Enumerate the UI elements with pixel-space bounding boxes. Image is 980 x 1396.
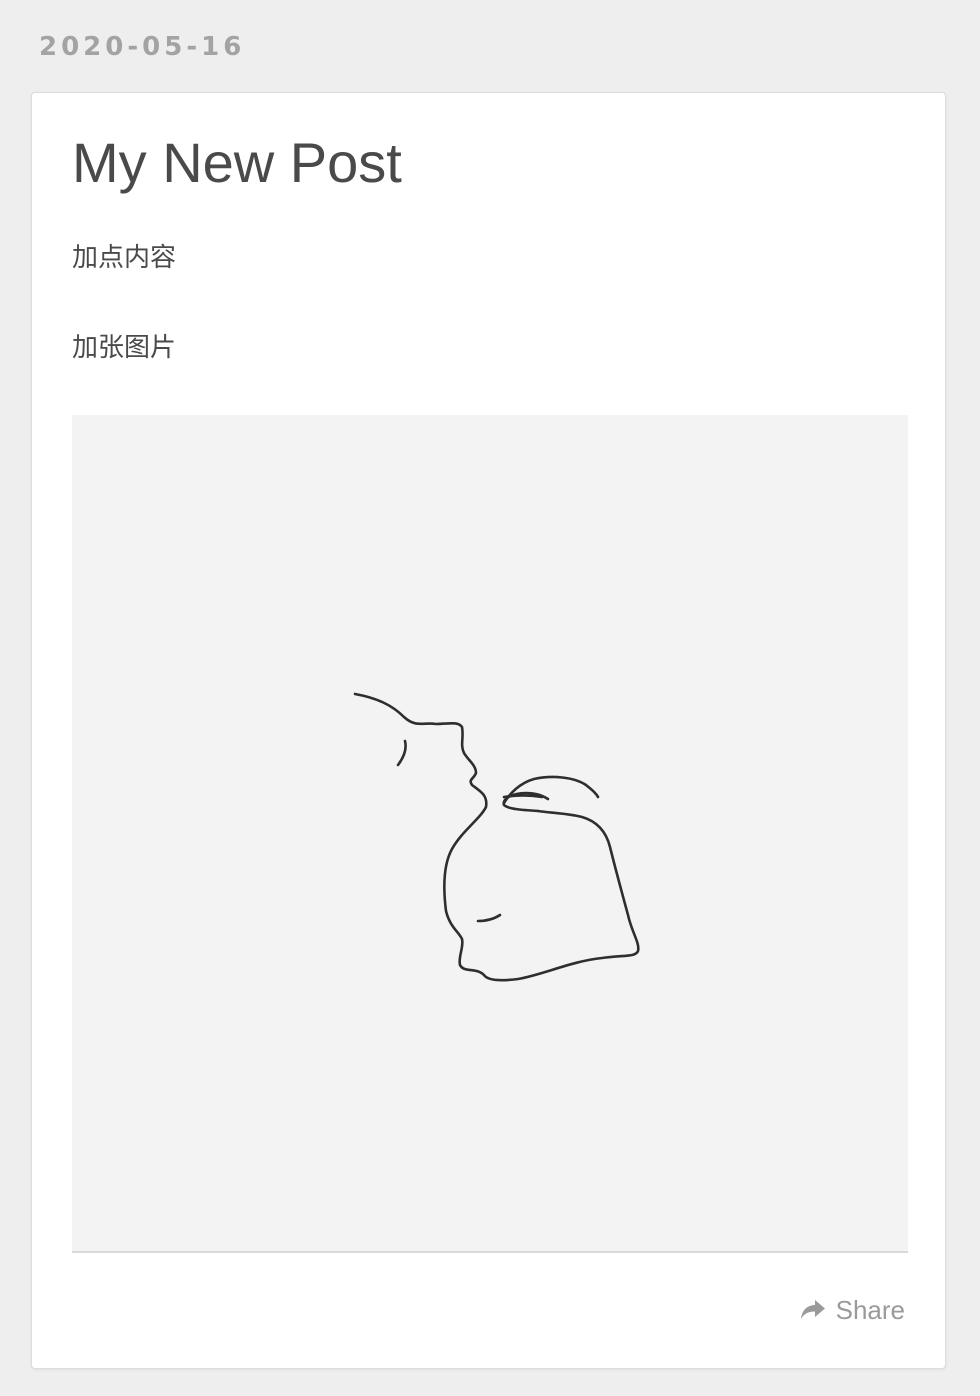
post-paragraph: 加张图片: [72, 333, 177, 363]
share-arrow-icon: [800, 1299, 826, 1321]
post-card: My New Post 加点内容 加张图片 Share: [31, 92, 946, 1369]
page: 2020-05-16 My New Post 加点内容 加张图片 Share: [0, 0, 980, 1396]
share-label: Share: [835, 1295, 905, 1325]
post-date: 2020-05-16: [39, 32, 246, 62]
share-button[interactable]: Share: [800, 1293, 905, 1327]
post-title[interactable]: My New Post: [72, 131, 402, 195]
post-image: [72, 415, 908, 1253]
line-drawing-illustration: [353, 692, 640, 982]
post-paragraph: 加点内容: [72, 243, 177, 273]
